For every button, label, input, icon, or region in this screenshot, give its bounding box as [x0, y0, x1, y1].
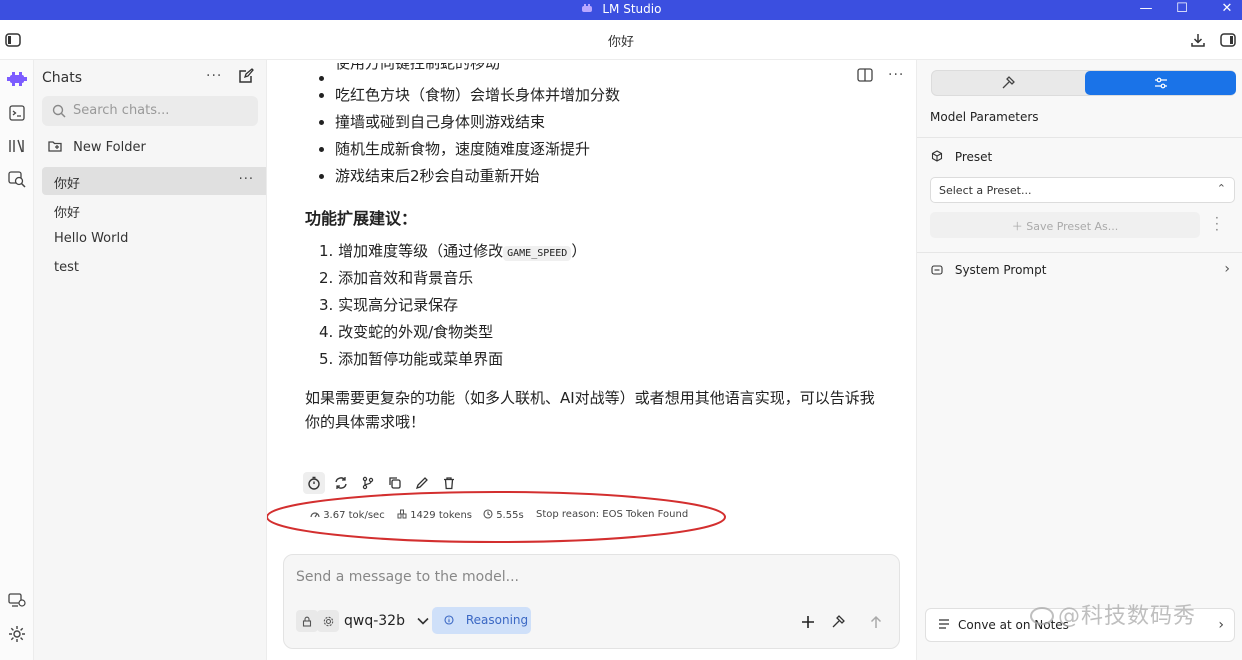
chat-mode-icon[interactable]	[3, 67, 31, 91]
developer-terminal-icon[interactable]	[3, 101, 31, 125]
list-item: 2. 添加音效和背景音乐	[319, 269, 474, 287]
inline-code: GAME_SPEED	[503, 246, 572, 261]
bullet-dot	[319, 76, 324, 81]
left-rail	[0, 60, 34, 660]
rules-list: 吃红色方块（食物）会增长身体并增加分数 撞墙或碰到自己身体则游戏结束 随机生成新…	[305, 85, 885, 193]
composer-input[interactable]: Send a message to the model...	[296, 569, 519, 585]
list-item: 1. 增加难度等级（通过修改 GAME_SPEED）	[319, 242, 587, 261]
stat-time: 5.55s	[483, 509, 524, 521]
section-heading: 功能扩展建议：	[305, 209, 418, 228]
model-name: qwq-32b	[344, 613, 405, 629]
window-titlebar: LM Studio — ☐ ✕	[0, 0, 1242, 20]
model-selector[interactable]: qwq-32b	[344, 613, 430, 629]
chat-item[interactable]: 你好	[42, 196, 266, 224]
sliders-icon	[1154, 77, 1167, 89]
tools-hammer-icon[interactable]	[827, 611, 849, 633]
new-folder-button[interactable]: New Folder	[48, 140, 146, 155]
settings-gear-icon[interactable]	[3, 622, 31, 646]
list-item: 4. 改变蛇的外观/食物类型	[319, 323, 494, 341]
message-composer[interactable]: Send a message to the model... qwq-32b R…	[283, 554, 900, 649]
chat-item-label: 你好	[54, 177, 81, 192]
preset-select-value: Select a Preset...	[939, 184, 1032, 197]
chat-item[interactable]: 你好 ···	[42, 167, 266, 195]
list-item: 随机生成新食物，速度随难度逐渐提升	[305, 139, 885, 166]
clock-icon	[483, 509, 493, 519]
discover-search-icon[interactable]	[3, 167, 31, 191]
stat-stop-reason: Stop reason: EOS Token Found	[536, 509, 689, 520]
info-icon	[444, 615, 454, 625]
save-preset-button[interactable]: ＋ Save Preset As...	[930, 212, 1200, 238]
tab-tools[interactable]	[932, 71, 1084, 95]
chats-more-options-icon[interactable]: ···	[206, 68, 222, 84]
new-folder-label: New Folder	[73, 140, 146, 155]
chat-more-options-icon[interactable]: ···	[888, 67, 904, 83]
maximize-button[interactable]: ☐	[1172, 0, 1192, 20]
chats-sidebar: Chats ··· Search chats... New Folder 你好 …	[34, 60, 267, 660]
divider	[917, 252, 1242, 253]
closing-paragraph: 如果需要更复杂的功能（如多人联机、AI对战等）或者想用其他语言实现，可以告诉我你…	[305, 389, 875, 431]
list-item: 3. 实现高分记录保存	[319, 296, 459, 314]
models-folder-icon[interactable]	[3, 134, 31, 158]
preset-heading: Preset	[931, 150, 992, 164]
search-icon	[52, 104, 66, 118]
close-button[interactable]: ✕	[1217, 0, 1237, 20]
right-panel: Model Parameters Preset Select a Preset.…	[916, 60, 1242, 660]
divider	[917, 137, 1242, 138]
notes-lines-icon	[939, 619, 949, 629]
chevron-right-icon: ›	[1218, 617, 1224, 633]
tab-parameters[interactable]	[1085, 71, 1236, 95]
chat-item[interactable]: test	[42, 254, 266, 282]
chat-item[interactable]: Hello World	[42, 225, 266, 253]
server-icon[interactable]	[3, 588, 31, 612]
tokens-icon	[397, 509, 407, 519]
model-settings-gear-icon[interactable]	[317, 610, 339, 632]
list-item: 吃红色方块（食物）会增长身体并增加分数	[305, 85, 885, 112]
chat-item-label: 你好	[54, 206, 81, 221]
chat-main: ··· 使用方向键控制蛇的移动 吃红色方块（食物）会增长身体并增加分数 撞墙或碰…	[267, 60, 916, 660]
panel-tab-switcher	[931, 70, 1236, 96]
hammer-icon	[1002, 76, 1015, 89]
message-cut-line: 使用方向键控制蛇的移动	[335, 63, 501, 72]
chats-heading: Chats	[42, 70, 83, 86]
list-item: 游戏结束后2秒会自动重新开始	[305, 166, 885, 193]
split-view-icon[interactable]	[857, 68, 873, 86]
chat-title: 你好	[607, 35, 634, 50]
model-parameters-heading: Model Parameters	[930, 110, 1039, 124]
assistant-message: 使用方向键控制蛇的移动 吃红色方块（食物）会增长身体并增加分数 撞墙或碰到自己身…	[305, 63, 885, 434]
top-bar: 你好	[0, 20, 1242, 60]
search-placeholder: Search chats...	[73, 103, 170, 118]
window-title: LM Studio	[602, 2, 662, 16]
preset-select[interactable]: Select a Preset... ⌃	[930, 177, 1235, 203]
lmstudio-logo-icon	[581, 4, 592, 12]
stat-tokens: 1429 tokens	[397, 509, 472, 521]
reasoning-label: Reasoning	[465, 613, 529, 627]
list-item: 5. 添加暂停功能或菜单界面	[319, 350, 504, 368]
list-item: 撞墙或碰到自己身体则游戏结束	[305, 112, 885, 139]
select-chevron-icon: ⌃	[1216, 182, 1226, 195]
minimize-button[interactable]: —	[1136, 0, 1156, 20]
suggestions-list: 1. 增加难度等级（通过修改 GAME_SPEED） 2. 添加音效和背景音乐 3…	[305, 241, 885, 376]
watermark: @科技数码秀	[1030, 598, 1196, 630]
chat-item-label: Hello World	[54, 231, 129, 246]
chevron-right-icon: ›	[1224, 261, 1230, 277]
gauge-icon	[310, 512, 320, 518]
download-icon[interactable]	[1187, 29, 1209, 51]
toggle-right-panel-icon[interactable]	[1217, 29, 1239, 51]
send-arrow-icon[interactable]	[865, 611, 887, 633]
system-prompt-icon	[931, 265, 943, 275]
system-prompt-row[interactable]: System Prompt	[931, 263, 1046, 277]
stat-speed: 3.67 tok/sec	[310, 509, 385, 521]
chat-item-more-icon[interactable]: ···	[239, 172, 254, 187]
reasoning-toggle[interactable]: Reasoning	[432, 607, 531, 634]
folder-plus-icon	[48, 141, 62, 152]
search-chats-input[interactable]: Search chats...	[42, 96, 258, 126]
cube-icon	[931, 150, 943, 162]
lock-icon[interactable]	[296, 610, 318, 632]
attach-plus-icon[interactable]	[797, 611, 819, 633]
preset-more-icon[interactable]: · · ·	[1215, 212, 1219, 236]
new-chat-icon[interactable]	[238, 68, 256, 86]
chevron-down-icon	[417, 617, 430, 625]
chat-item-label: test	[54, 260, 79, 275]
